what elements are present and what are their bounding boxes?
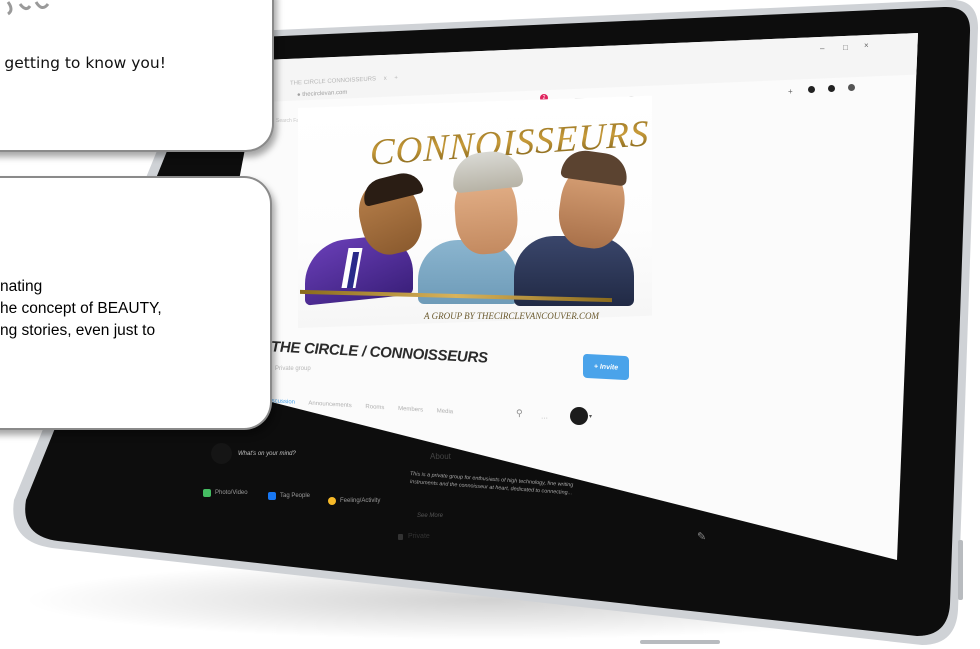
new-tab-icon[interactable]: +: [394, 75, 398, 81]
invite-button[interactable]: + Invite: [583, 353, 629, 381]
lock-icon: [398, 533, 403, 540]
see-more-link[interactable]: See More: [417, 513, 443, 519]
cover-subtitle: A GROUP BY THECIRCLEVANCOUVER.COM: [424, 311, 599, 321]
privacy-label: Private: [408, 533, 430, 540]
group-type: Private group: [275, 366, 311, 372]
chevron-down-icon[interactable]: ▾: [589, 413, 592, 420]
photo-icon: [203, 489, 211, 497]
chat-bubble-top: o getting to know you!: [0, 0, 274, 152]
minimize-icon[interactable]: –: [820, 44, 824, 53]
bubble-line-1: nating: [0, 278, 43, 295]
tab-media[interactable]: Media: [437, 408, 453, 415]
bubble-line-3: ng stories, even just to: [0, 322, 156, 339]
about-heading: About: [430, 452, 451, 461]
bubble-top-text: o getting to know you!: [0, 54, 166, 72]
tab-close-icon[interactable]: x: [384, 76, 387, 82]
tag-people-button[interactable]: Tag People: [268, 492, 310, 500]
bubble-bottom-text: nating he concept of BEAUTY, ng stories,…: [0, 276, 162, 342]
search-icon[interactable]: ⚲: [516, 408, 523, 419]
tag-people-icon: [268, 492, 276, 500]
tag-people-label: Tag People: [280, 493, 311, 499]
avatar[interactable]: [570, 407, 588, 425]
bubble-line-2: he concept of BEAUTY,: [0, 300, 162, 317]
maximize-icon[interactable]: □: [843, 43, 848, 52]
logo-fragment: [6, 1, 50, 16]
composer-avatar: [211, 443, 232, 464]
account-menu-icon[interactable]: [848, 84, 855, 91]
bell-icon[interactable]: [828, 85, 835, 92]
create-icon[interactable]: +: [788, 87, 793, 96]
photo-video-button[interactable]: Photo/Video: [203, 489, 248, 497]
feeling-icon: [328, 497, 336, 505]
messenger-icon[interactable]: [808, 86, 815, 93]
more-icon[interactable]: ···: [541, 415, 548, 422]
composer-input[interactable]: What's on your mind?: [238, 451, 296, 457]
privacy-status: Private: [398, 533, 430, 540]
close-window-icon[interactable]: ×: [864, 41, 869, 50]
edit-icon[interactable]: ✎: [697, 530, 706, 543]
feeling-activity-button[interactable]: Feeling/Activity: [328, 497, 380, 505]
photo-video-label: Photo/Video: [215, 490, 248, 496]
feeling-activity-label: Feeling/Activity: [340, 498, 381, 504]
tab-rooms[interactable]: Rooms: [365, 404, 384, 411]
